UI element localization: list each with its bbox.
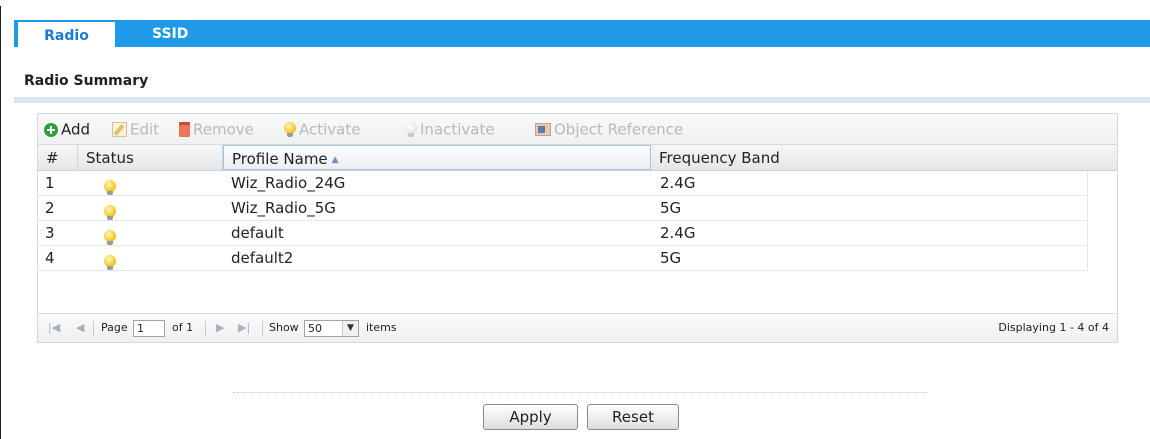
last-page-icon[interactable]: ▶|	[238, 314, 250, 342]
add-icon	[44, 122, 58, 137]
first-page-icon[interactable]: |◀	[48, 314, 60, 342]
column-label: #	[46, 149, 59, 167]
row-index: 3	[45, 224, 55, 242]
radio-settings-screen: Radio SSID Radio Summary Add Edit Remove…	[0, 0, 1150, 439]
column-label: Profile Name	[232, 150, 328, 168]
frequency-band: 5G	[660, 199, 682, 217]
show-label: Show	[269, 321, 299, 334]
footer-divider	[233, 392, 927, 393]
add-button[interactable]: Add	[44, 120, 90, 139]
column-header-frequency-band[interactable]: Frequency Band	[651, 145, 1117, 170]
status-active-icon	[104, 250, 119, 274]
divider	[93, 321, 94, 336]
remove-label: Remove	[193, 120, 254, 139]
pagination-bar: |◀ ◀ Page of 1 ▶ ▶| Show 50 ▼ items Disp…	[38, 313, 1117, 342]
table-row[interactable]: 1 Wiz_Radio_24G 2.4G	[38, 171, 1087, 196]
column-label: Status	[86, 149, 134, 167]
items-label: items	[366, 321, 397, 334]
divider	[205, 321, 206, 336]
page-size-select[interactable]: 50 ▼	[304, 320, 359, 337]
table-row[interactable]: 4 default2 5G	[38, 246, 1087, 271]
lightbulb-on-icon	[284, 121, 296, 138]
remove-button[interactable]: Remove	[179, 120, 254, 139]
previous-page-icon[interactable]: ◀	[76, 314, 84, 342]
column-header-profile-name[interactable]: Profile Name ▲	[223, 145, 651, 170]
activate-label: Activate	[299, 120, 361, 139]
scrollbar-track[interactable]	[1087, 171, 1117, 271]
radio-profile-grid: Add Edit Remove Activate Inactivate Obje…	[37, 113, 1118, 343]
tab-radio[interactable]: Radio	[18, 20, 115, 47]
next-page-icon[interactable]: ▶	[216, 314, 224, 342]
section-title: Radio Summary	[24, 73, 149, 89]
edit-label: Edit	[130, 120, 160, 139]
activate-button[interactable]: Activate	[284, 120, 360, 139]
table-header: # Status Profile Name ▲ Frequency Band	[38, 145, 1117, 171]
add-label: Add	[61, 120, 91, 139]
chevron-down-icon: ▼	[342, 321, 358, 336]
frequency-band: 5G	[660, 249, 682, 267]
page-number-input[interactable]	[133, 320, 165, 337]
column-label: Frequency Band	[659, 149, 780, 167]
trash-icon	[179, 122, 190, 137]
column-header-status[interactable]: Status	[78, 145, 223, 170]
grid-toolbar: Add Edit Remove Activate Inactivate Obje…	[38, 114, 1117, 145]
inactivate-label: Inactivate	[420, 120, 495, 139]
page-size-value: 50	[308, 322, 322, 335]
section-divider	[14, 97, 1150, 103]
column-header-index[interactable]: #	[38, 145, 78, 170]
row-index: 1	[45, 174, 55, 192]
edit-button[interactable]: Edit	[112, 120, 159, 139]
frequency-band: 2.4G	[660, 224, 696, 242]
divider	[262, 321, 263, 336]
profile-name: default	[231, 224, 284, 242]
apply-button[interactable]: Apply	[483, 404, 578, 430]
sort-ascending-icon: ▲	[331, 155, 339, 165]
table-row[interactable]: 2 Wiz_Radio_5G 5G	[38, 196, 1087, 221]
page-label: Page	[101, 321, 128, 334]
table-row[interactable]: 3 default 2.4G	[38, 221, 1087, 246]
object-reference-icon	[535, 123, 551, 136]
table-body: 1 Wiz_Radio_24G 2.4G 2 Wiz_Radio_5G 5G 3…	[38, 171, 1087, 271]
profile-name: Wiz_Radio_5G	[231, 199, 336, 217]
row-index: 2	[45, 199, 55, 217]
lightbulb-off-icon	[405, 121, 417, 138]
profile-name: Wiz_Radio_24G	[231, 174, 346, 192]
inactivate-button[interactable]: Inactivate	[405, 120, 495, 139]
tab-bar: Radio SSID	[14, 20, 1150, 47]
frequency-band: 2.4G	[660, 174, 696, 192]
row-index: 4	[45, 249, 55, 267]
tab-ssid[interactable]: SSID	[152, 20, 188, 47]
profile-name: default2	[231, 249, 294, 267]
object-reference-button[interactable]: Object Reference	[535, 120, 683, 139]
display-summary: Displaying 1 - 4 of 4	[998, 321, 1109, 334]
window-edge	[0, 6, 1, 439]
reset-button[interactable]: Reset	[587, 404, 679, 430]
object-reference-label: Object Reference	[554, 120, 684, 139]
page-count-label: of 1	[172, 321, 194, 334]
edit-icon	[112, 122, 127, 137]
